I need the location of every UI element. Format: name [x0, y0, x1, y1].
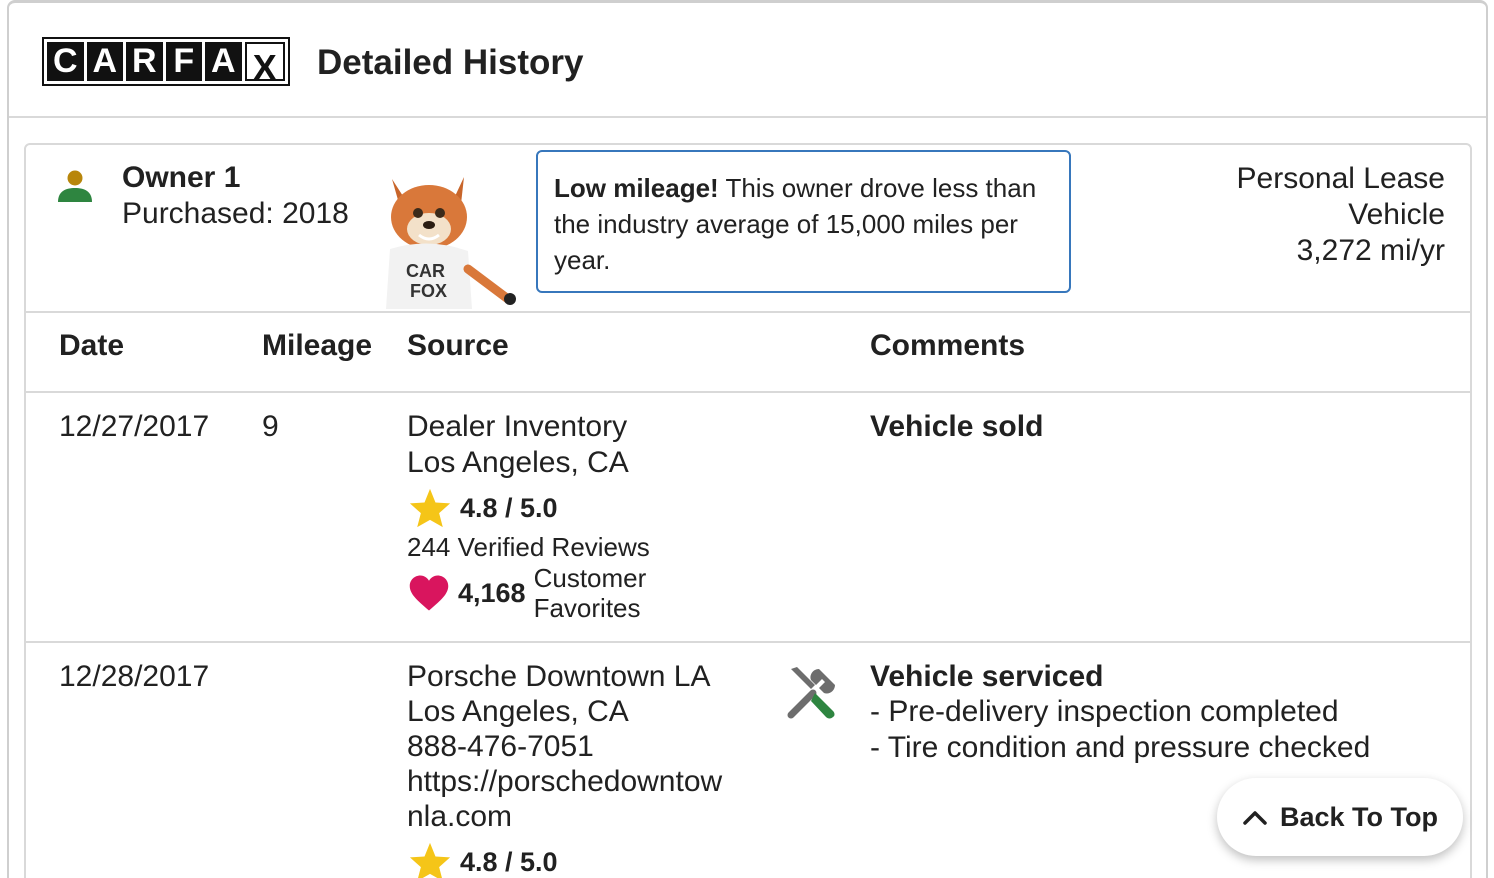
- dealer-rating: 4.8 / 5.0: [408, 841, 558, 878]
- column-header-mileage: Mileage: [262, 329, 373, 362]
- history-table-header: [26, 311, 1470, 393]
- rating-value: 4.8 / 5.0: [460, 846, 558, 877]
- page-title: Detailed History: [317, 43, 584, 82]
- vehicle-usage: Personal Lease Vehicle 3,272 mi/yr: [1237, 161, 1445, 269]
- column-header-comments: Comments: [870, 329, 1026, 362]
- comment-title: Vehicle sold: [870, 410, 1044, 443]
- column-header-date: Date: [59, 329, 125, 362]
- dealer-rating: 4.8 / 5.0: [408, 487, 558, 529]
- usage-mileage: 3,272 mi/yr: [1296, 234, 1445, 267]
- source-url-line2[interactable]: nla.com: [407, 799, 512, 835]
- logo-letter: A: [86, 42, 123, 81]
- rating-value: 4.8 / 5.0: [460, 492, 558, 523]
- comment-title: Vehicle serviced: [870, 660, 1104, 693]
- person-icon: [58, 170, 92, 202]
- comment-item: - Tire condition and pressure checked: [870, 731, 1371, 764]
- carfox-mascot-icon: CAR FOX: [386, 177, 516, 309]
- row-date: 12/28/2017: [59, 660, 210, 693]
- logo-letter: X: [244, 42, 285, 88]
- star-icon: [409, 842, 451, 878]
- customer-favorites: 4,168 Customer Favorites: [408, 563, 646, 623]
- row-mileage: 9: [262, 410, 279, 443]
- source-location: Los Angeles, CA: [407, 446, 629, 479]
- wrench-screwdriver-icon: [787, 667, 835, 719]
- logo-letter: A: [205, 42, 242, 81]
- owner-card: Owner 1 Purchased: 2018 CAR FOX Low mile…: [24, 143, 1472, 878]
- back-to-top-label: Back To Top: [1279, 801, 1438, 832]
- tip-heading: Low mileage!: [554, 173, 719, 203]
- svg-text:FOX: FOX: [410, 281, 447, 301]
- source-location: Los Angeles, CA: [407, 695, 629, 728]
- table-row: [26, 393, 1470, 643]
- chevron-up-icon: [1243, 811, 1267, 825]
- star-icon: [409, 488, 451, 528]
- favorites-label-line1: Customer: [533, 563, 647, 593]
- owner-title: Owner 1: [122, 161, 241, 194]
- column-header-source: Source: [407, 329, 509, 362]
- carfax-logo[interactable]: C A R F A X: [42, 37, 290, 88]
- report-header: C A R F A X Detailed History: [9, 3, 1486, 118]
- verified-reviews[interactable]: 244 Verified Reviews: [407, 532, 650, 563]
- usage-type: Personal Lease: [1236, 162, 1445, 195]
- report-container: C A R F A X Detailed History Owner 1 Pur…: [7, 0, 1488, 878]
- logo-letter: F: [165, 42, 202, 81]
- comment-item: - Pre-delivery inspection completed: [870, 695, 1339, 728]
- row-date: 12/27/2017: [59, 410, 210, 443]
- source-name[interactable]: Dealer Inventory: [407, 409, 627, 445]
- svg-text:CAR: CAR: [406, 261, 445, 281]
- back-to-top-button[interactable]: Back To Top: [1217, 778, 1463, 856]
- source-name[interactable]: Porsche Downtown LA: [407, 659, 711, 695]
- logo-letter: C: [47, 42, 84, 81]
- source-phone[interactable]: 888-476-7051: [407, 729, 594, 765]
- usage-type-2: Vehicle: [1348, 198, 1445, 231]
- favorites-count: 4,168: [458, 577, 526, 608]
- favorites-label: Customer Favorites: [534, 563, 647, 623]
- source-url-line1[interactable]: https://porschedowntow: [407, 764, 722, 800]
- favorites-label-line2: Favorites: [533, 593, 641, 623]
- owner-purchased: Purchased: 2018: [122, 197, 349, 230]
- heart-icon: [409, 575, 449, 611]
- low-mileage-tip: Low mileage! This owner drove less than …: [536, 150, 1071, 293]
- logo-letter: R: [126, 42, 163, 81]
